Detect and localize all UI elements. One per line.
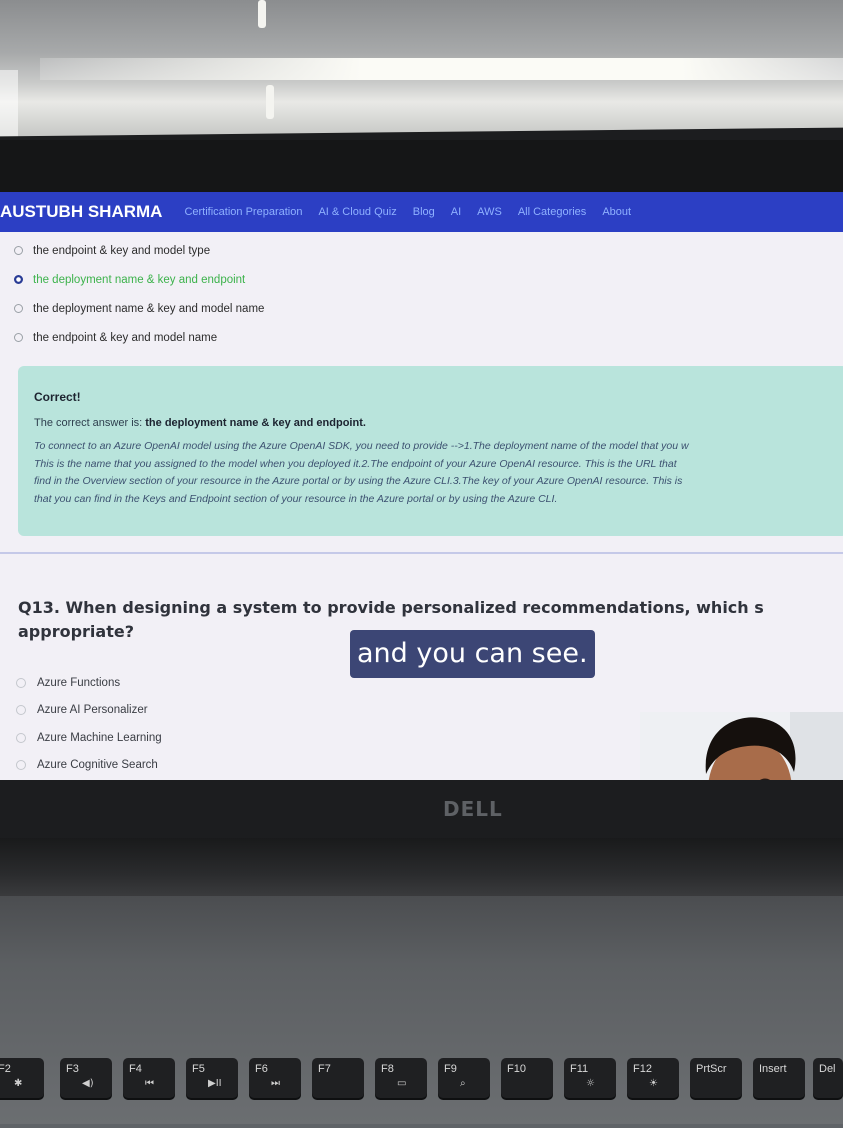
- key-f4[interactable]: F4 ⏮: [123, 1058, 175, 1098]
- key-label: F12: [633, 1063, 652, 1075]
- ceiling-light: [258, 0, 266, 28]
- presenter-webcam-overlay: [640, 712, 843, 780]
- laptop-hinge: [0, 838, 843, 898]
- radio-button[interactable]: [14, 333, 23, 342]
- key-delete[interactable]: Del: [813, 1058, 843, 1098]
- radio-button-checked[interactable]: [14, 275, 23, 284]
- answer-option-selected[interactable]: the deployment name & key and endpoint: [14, 265, 264, 294]
- key-f3[interactable]: F3 ◀): [60, 1058, 112, 1098]
- next-track-icon: ⏭: [271, 1078, 280, 1089]
- nav-link-ai[interactable]: AI: [451, 206, 461, 218]
- laptop-screen: AUSTUBH SHARMA Certification Preparation…: [0, 192, 843, 780]
- search-icon: ⌕: [460, 1078, 466, 1089]
- question-option-label: Azure Functions: [37, 676, 121, 689]
- function-key-row: F2 ✱ F3 ◀) F4 ⏮ F5 ▶II F6 ⏭ F7 F8 ▭ F9 ⌕ F10 F1…: [0, 1058, 843, 1128]
- answer-option[interactable]: the endpoint & key and model type: [14, 236, 264, 265]
- video-caption: and you can see.: [350, 630, 595, 678]
- site-navbar: AUSTUBH SHARMA Certification Preparation…: [0, 192, 843, 232]
- dell-logo: DELL: [443, 797, 503, 821]
- explanation-line: find in the Overview section of your res…: [34, 475, 683, 487]
- answer-option-label: the deployment name & key and endpoint: [33, 273, 246, 286]
- nav-link-all-categories[interactable]: All Categories: [518, 206, 586, 218]
- feedback-correct-answer: the deployment name & key and endpoint.: [145, 417, 366, 429]
- question-option[interactable]: Azure AI Personalizer: [16, 697, 162, 725]
- key-label: F7: [318, 1063, 331, 1075]
- question-option[interactable]: Azure Cognitive Search: [16, 752, 162, 780]
- key-f9[interactable]: F9 ⌕: [438, 1058, 490, 1098]
- question-options: Azure Functions Azure AI Personalizer Az…: [16, 669, 162, 779]
- nav-link-certification[interactable]: Certification Preparation: [184, 206, 302, 218]
- explanation-line: To connect to an Azure OpenAI model usin…: [34, 440, 689, 452]
- explanation-line: This is the name that you assigned to th…: [34, 457, 677, 470]
- key-f8[interactable]: F8 ▭: [375, 1058, 427, 1098]
- site-brand[interactable]: AUSTUBH SHARMA: [0, 202, 162, 222]
- brightness-up-icon: ☀: [649, 1078, 658, 1089]
- key-f10[interactable]: F10: [501, 1058, 553, 1098]
- display-icon: ▭: [397, 1078, 407, 1089]
- feedback-answer: The correct answer is: the deployment na…: [34, 417, 366, 429]
- key-label: F8: [381, 1063, 394, 1075]
- question-line: Q13. When designing a system to provide …: [18, 598, 764, 617]
- radio-button[interactable]: [16, 760, 26, 771]
- radio-button[interactable]: [14, 304, 23, 313]
- question-option[interactable]: Azure Machine Learning: [16, 724, 162, 752]
- key-label: F11: [570, 1063, 589, 1075]
- radio-button[interactable]: [16, 732, 26, 743]
- key-f6[interactable]: F6 ⏭: [249, 1058, 301, 1098]
- answer-option-label: the endpoint & key and model name: [33, 331, 218, 344]
- key-label: F3: [66, 1063, 79, 1075]
- previous-track-icon: ⏮: [145, 1078, 154, 1089]
- question-option[interactable]: Azure Functions: [16, 669, 162, 697]
- key-label: Del: [819, 1063, 836, 1075]
- question-divider: [0, 552, 843, 554]
- question-option-label: Azure Machine Learning: [37, 731, 162, 744]
- ceiling-light: [40, 58, 843, 80]
- key-label: F2: [0, 1063, 11, 1075]
- question-option-label: Azure AI Personalizer: [37, 704, 148, 717]
- feedback-explanation: To connect to an Azure OpenAI model usin…: [34, 438, 843, 508]
- previous-question-options: the endpoint & key and model type the de…: [14, 236, 264, 352]
- key-label: Insert: [759, 1063, 787, 1075]
- nav-link-ai-cloud-quiz[interactable]: AI & Cloud Quiz: [318, 206, 396, 218]
- key-f5[interactable]: F5 ▶II: [186, 1058, 238, 1098]
- room-background: [0, 0, 843, 150]
- play-pause-icon: ▶II: [208, 1078, 222, 1089]
- key-label: F5: [192, 1063, 205, 1075]
- key-label: F9: [444, 1063, 457, 1075]
- radio-button[interactable]: [16, 705, 26, 716]
- key-prtscr[interactable]: PrtScr: [690, 1058, 742, 1098]
- key-f11[interactable]: F11 ☼: [564, 1058, 616, 1098]
- key-f12[interactable]: F12 ☀: [627, 1058, 679, 1098]
- nav-link-blog[interactable]: Blog: [413, 206, 435, 218]
- brightness-down-icon: ☼: [586, 1078, 595, 1089]
- key-label: F4: [129, 1063, 142, 1075]
- volume-icon: ◀): [82, 1078, 94, 1089]
- feedback-answer-prefix: The correct answer is:: [34, 417, 143, 429]
- answer-feedback-panel: Correct! The correct answer is: the depl…: [18, 366, 843, 536]
- question-option-label: Azure Cognitive Search: [37, 759, 158, 772]
- laptop-bezel-top: [0, 140, 843, 195]
- key-f2[interactable]: F2 ✱: [0, 1058, 44, 1098]
- radio-button[interactable]: [16, 677, 26, 688]
- feedback-title: Correct!: [34, 390, 81, 404]
- bluetooth-icon: ✱: [14, 1078, 23, 1089]
- key-f7[interactable]: F7: [312, 1058, 364, 1098]
- radio-button[interactable]: [14, 246, 23, 255]
- key-label: F6: [255, 1063, 268, 1075]
- answer-option-label: the deployment name & key and model name: [33, 302, 265, 315]
- key-label: F10: [507, 1063, 526, 1075]
- key-label: PrtScr: [696, 1063, 727, 1075]
- ceiling-light: [266, 85, 274, 119]
- nav-link-about[interactable]: About: [602, 206, 631, 218]
- answer-option[interactable]: the endpoint & key and model name: [14, 323, 264, 352]
- nav-link-aws[interactable]: AWS: [477, 206, 502, 218]
- explanation-line: that you can find in the Keys and Endpoi…: [34, 492, 558, 505]
- answer-option[interactable]: the deployment name & key and model name: [14, 294, 264, 323]
- answer-option-label: the endpoint & key and model type: [33, 244, 211, 257]
- key-insert[interactable]: Insert: [753, 1058, 805, 1098]
